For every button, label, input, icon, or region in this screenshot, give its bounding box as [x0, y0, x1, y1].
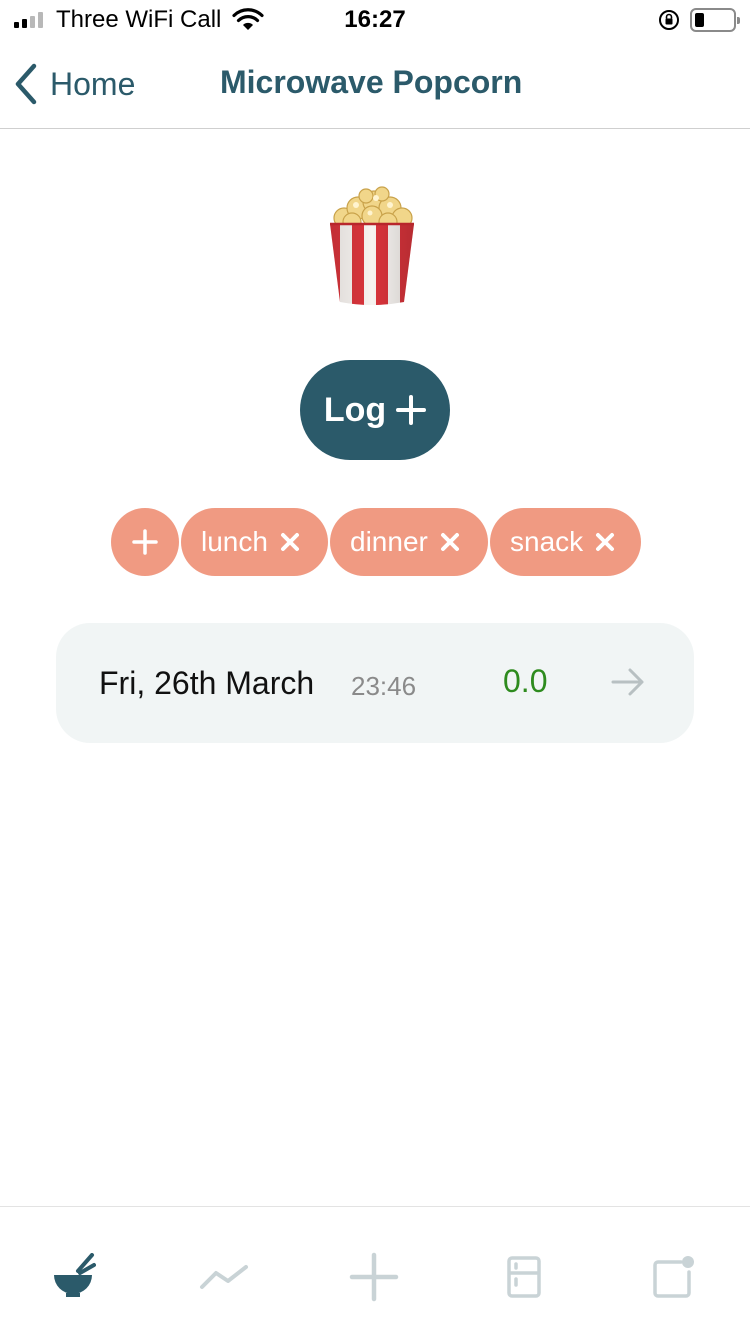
close-icon[interactable]: [280, 532, 300, 552]
notification-icon: [653, 1256, 694, 1298]
log-button[interactable]: Log: [300, 360, 450, 460]
arrow-right-icon: [611, 668, 644, 696]
tag-label: snack: [510, 526, 584, 557]
add-tag-button[interactable]: [111, 508, 179, 576]
plus-icon: [396, 395, 427, 425]
close-icon[interactable]: [595, 532, 615, 552]
popcorn-icon: [330, 186, 414, 305]
battery-icon: [690, 8, 740, 32]
tag-chip[interactable]: snack: [490, 508, 641, 576]
log-button-label: Log: [323, 390, 387, 429]
tab-bar: [0, 1206, 750, 1334]
trend-icon: [200, 1265, 248, 1289]
bowl-icon: [54, 1253, 96, 1297]
status-bar: Three WiFi Call 16:27: [0, 0, 750, 40]
close-icon[interactable]: [440, 532, 460, 552]
tab-notifications[interactable]: [644, 1247, 704, 1307]
tag-label: dinner: [350, 526, 428, 557]
navigation-bar: Home Microwave Popcorn: [0, 40, 750, 129]
tab-pantry[interactable]: [494, 1247, 554, 1307]
plus-icon: [349, 1252, 399, 1302]
entry-value: 0.0: [503, 663, 548, 699]
tab-meals[interactable]: [44, 1247, 104, 1307]
entry-time: 23:46: [351, 671, 417, 701]
fridge-icon: [507, 1256, 541, 1298]
back-button[interactable]: Home: [14, 62, 135, 106]
page-title: Microwave Popcorn: [220, 64, 523, 100]
tag-chip[interactable]: lunch: [181, 508, 328, 576]
tag-chip[interactable]: dinner: [330, 508, 488, 576]
tab-trends[interactable]: [194, 1247, 254, 1307]
back-label: Home: [50, 65, 136, 102]
log-entry-row[interactable]: Fri, 26th March 23:46 0.0: [56, 623, 694, 743]
status-time: 16:27: [344, 6, 406, 33]
orientation-lock-icon: [659, 10, 679, 30]
plus-icon: [132, 529, 158, 555]
tab-add[interactable]: [344, 1247, 404, 1307]
entry-date: Fri, 26th March: [99, 665, 315, 701]
tag-label: lunch: [201, 526, 268, 557]
chevron-left-icon: [15, 63, 37, 105]
tag-list: lunch dinner snack: [0, 508, 750, 578]
